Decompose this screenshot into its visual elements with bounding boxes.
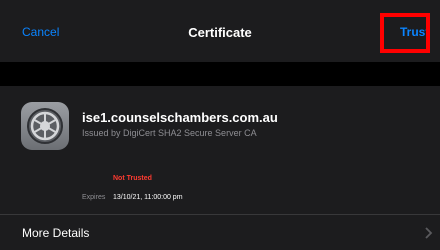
- certificate-gear-icon: [21, 102, 69, 150]
- more-details-row[interactable]: More Details: [0, 215, 440, 250]
- expires-label: Expires: [82, 194, 106, 201]
- expires-value: 13/10/21, 11:00:00 pm: [113, 194, 183, 201]
- chevron-right-icon: [425, 226, 433, 239]
- certificate-screen: Cancel Certificate Trust ise1.counselsch…: [0, 0, 440, 250]
- certificate-name: ise1.counselschambers.com.au: [82, 110, 278, 125]
- trust-highlight-box: [380, 13, 430, 53]
- page-title: Certificate: [188, 25, 252, 40]
- certificate-issuer: Issued by DigiCert SHA2 Secure Server CA: [82, 128, 257, 138]
- trust-status-label: Not Trusted: [113, 175, 152, 182]
- navigation-bar: Cancel Certificate Trust: [0, 0, 440, 62]
- more-details-label: More Details: [22, 226, 90, 240]
- section-gap: [0, 62, 440, 86]
